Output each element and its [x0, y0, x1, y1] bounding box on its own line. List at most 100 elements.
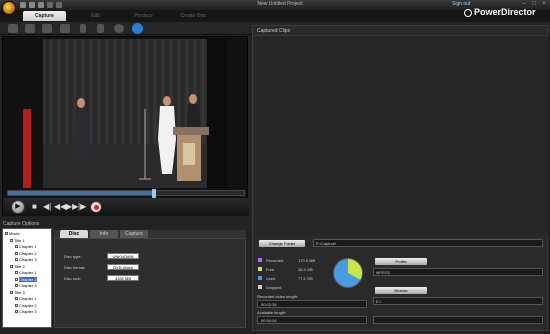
tree-node[interactable]: Title 2: [10, 264, 25, 269]
tree-checkbox[interactable]: [10, 290, 13, 294]
webcam-icon[interactable]: [25, 24, 35, 33]
legend-value: 77.2 GB: [298, 276, 313, 281]
tab-info[interactable]: Info: [90, 230, 118, 238]
save-project-icon[interactable]: [38, 2, 44, 8]
tree-node[interactable]: Title 3: [10, 290, 25, 295]
tab-disc[interactable]: Disc: [60, 230, 88, 238]
tree-node[interactable]: Chapter 1: [15, 270, 37, 275]
tab-capture[interactable]: Capture: [23, 11, 66, 21]
next-chapter-button[interactable]: |▶: [78, 202, 86, 212]
legend-free: Free 38.4 GB: [258, 267, 328, 272]
tree-node[interactable]: Title 1: [10, 238, 25, 243]
tree-checkbox[interactable]: [15, 245, 18, 249]
voice-over-icon[interactable]: [97, 24, 104, 33]
new-project-icon[interactable]: [20, 2, 26, 8]
play-button[interactable]: ▶: [11, 200, 25, 214]
tree-node-label: Chapter 2: [19, 250, 37, 256]
playback-controls: ▶ ■ ◀| ◀◀ ▶▶ |▶: [3, 198, 249, 216]
tree-node[interactable]: Chapter 2: [15, 276, 37, 282]
disc-size-value: 4330 MB: [107, 275, 139, 281]
legend-name: Free: [266, 267, 275, 272]
tree-node[interactable]: Chapter 2: [15, 303, 37, 308]
capture-device-icon[interactable]: [8, 24, 18, 33]
free-swatch: [258, 267, 262, 271]
fast-forward-button[interactable]: ▶▶: [66, 202, 78, 212]
tab-capture-settings[interactable]: Capture: [120, 230, 148, 238]
app-logo[interactable]: [2, 1, 16, 15]
tab-produce[interactable]: Produce: [122, 11, 165, 21]
available-length-value: 00:54:54: [257, 316, 367, 324]
disc-format-label: Disc format:: [64, 265, 86, 270]
stage-scene-image: [23, 39, 227, 188]
tree-checkbox[interactable]: [15, 251, 18, 255]
tree-node[interactable]: Chapter 3: [15, 309, 37, 314]
stop-button[interactable]: ■: [32, 202, 37, 212]
cd-disc-icon[interactable]: [114, 24, 124, 33]
tree-checkbox[interactable]: [15, 277, 18, 281]
tree-node[interactable]: Chapter 1: [15, 296, 37, 301]
redo-icon[interactable]: [56, 2, 62, 8]
tree-node[interactable]: Chapter 3: [15, 257, 37, 262]
seek-handle[interactable]: [152, 189, 157, 198]
open-project-icon[interactable]: [29, 2, 35, 8]
tree-node-label: Chapter 3: [19, 283, 37, 288]
recorded-length-value: 00:02:35: [257, 300, 367, 308]
tab-edit[interactable]: Edit: [74, 11, 117, 21]
tree-checkbox[interactable]: [10, 264, 13, 268]
undo-icon[interactable]: [47, 2, 53, 8]
profile-value: MPEG2: [373, 268, 543, 276]
tree-node[interactable]: Chapter 1: [15, 244, 37, 249]
options-tab-bar: Disc Info Capture: [54, 230, 246, 238]
tree-checkbox[interactable]: [15, 297, 18, 301]
tree-node[interactable]: Chapter 3: [15, 283, 37, 288]
tree-node-label: Title 3: [14, 289, 25, 295]
profile-button[interactable]: Profile: [375, 258, 427, 265]
window-title: New Untitled Project: [257, 1, 303, 7]
tree-checkbox[interactable]: [15, 284, 18, 288]
legend-value: 170.5 MB: [298, 258, 316, 263]
tree-node[interactable]: Chapter 2: [15, 251, 37, 256]
tab-create-disc[interactable]: Create Disc: [172, 11, 215, 21]
dvd-capture-icon[interactable]: [132, 23, 143, 34]
close-button[interactable]: ×: [540, 1, 548, 8]
legend-used: Used 77.2 GB: [258, 276, 328, 281]
legend-name: Recorded: [266, 258, 284, 263]
record-button[interactable]: [90, 201, 102, 213]
captured-clips-list[interactable]: [254, 35, 548, 235]
disc-info-panel: Disc type: UNKNOWN Disc format: DVD-Vide…: [54, 238, 246, 328]
captured-clips-header: Captured Clips: [257, 28, 291, 34]
legend-value: 38.4 GB: [298, 267, 313, 272]
rewind-button[interactable]: ◀◀: [54, 202, 66, 212]
brand-name: PowerDirector: [474, 7, 536, 17]
tv-tuner-icon[interactable]: [42, 24, 52, 33]
legend-name: Used: [266, 276, 276, 281]
tree-node-label: Chapter 3: [19, 257, 37, 262]
video-preview-panel: ▶ ■ ◀| ◀◀ ▶▶ |▶: [2, 36, 249, 216]
disc-tree-view[interactable]: Movie Title 1 Chapter 1 Chapter 2 Chapter 3T…: [2, 228, 52, 328]
tree-checkbox[interactable]: [5, 232, 8, 236]
browse-button[interactable]: Browse: [375, 287, 427, 294]
digital-tv-icon[interactable]: [60, 24, 70, 33]
tree-checkbox[interactable]: [10, 238, 13, 242]
tree-node-label: Title 2: [14, 263, 25, 269]
seek-progress: [8, 191, 155, 195]
disc-size-label: Disc size:: [64, 276, 82, 281]
capture-folder-path: E:\Capture\: [313, 239, 543, 247]
previous-chapter-button[interactable]: ◀|: [43, 202, 51, 212]
tree-node-label: Title 1: [14, 237, 25, 243]
dropped-swatch: [258, 285, 262, 289]
tree-checkbox[interactable]: [15, 258, 18, 262]
tree-node-label: Chapter 1: [19, 270, 37, 275]
sign-out-link[interactable]: Sign out: [452, 1, 470, 7]
tree-checkbox[interactable]: [15, 303, 18, 307]
tree-node[interactable]: Movie: [5, 231, 20, 236]
microphone-icon[interactable]: [80, 24, 86, 33]
change-folder-button[interactable]: Change Folder: [259, 240, 305, 247]
disk-usage-pie-chart: [333, 258, 363, 288]
tree-checkbox[interactable]: [15, 310, 18, 314]
tree-node-label: Chapter 2: [19, 276, 37, 282]
used-swatch: [258, 276, 262, 280]
tree-node-label: Chapter 3: [19, 309, 37, 314]
tree-checkbox[interactable]: [15, 271, 18, 275]
seek-bar[interactable]: [7, 189, 245, 198]
